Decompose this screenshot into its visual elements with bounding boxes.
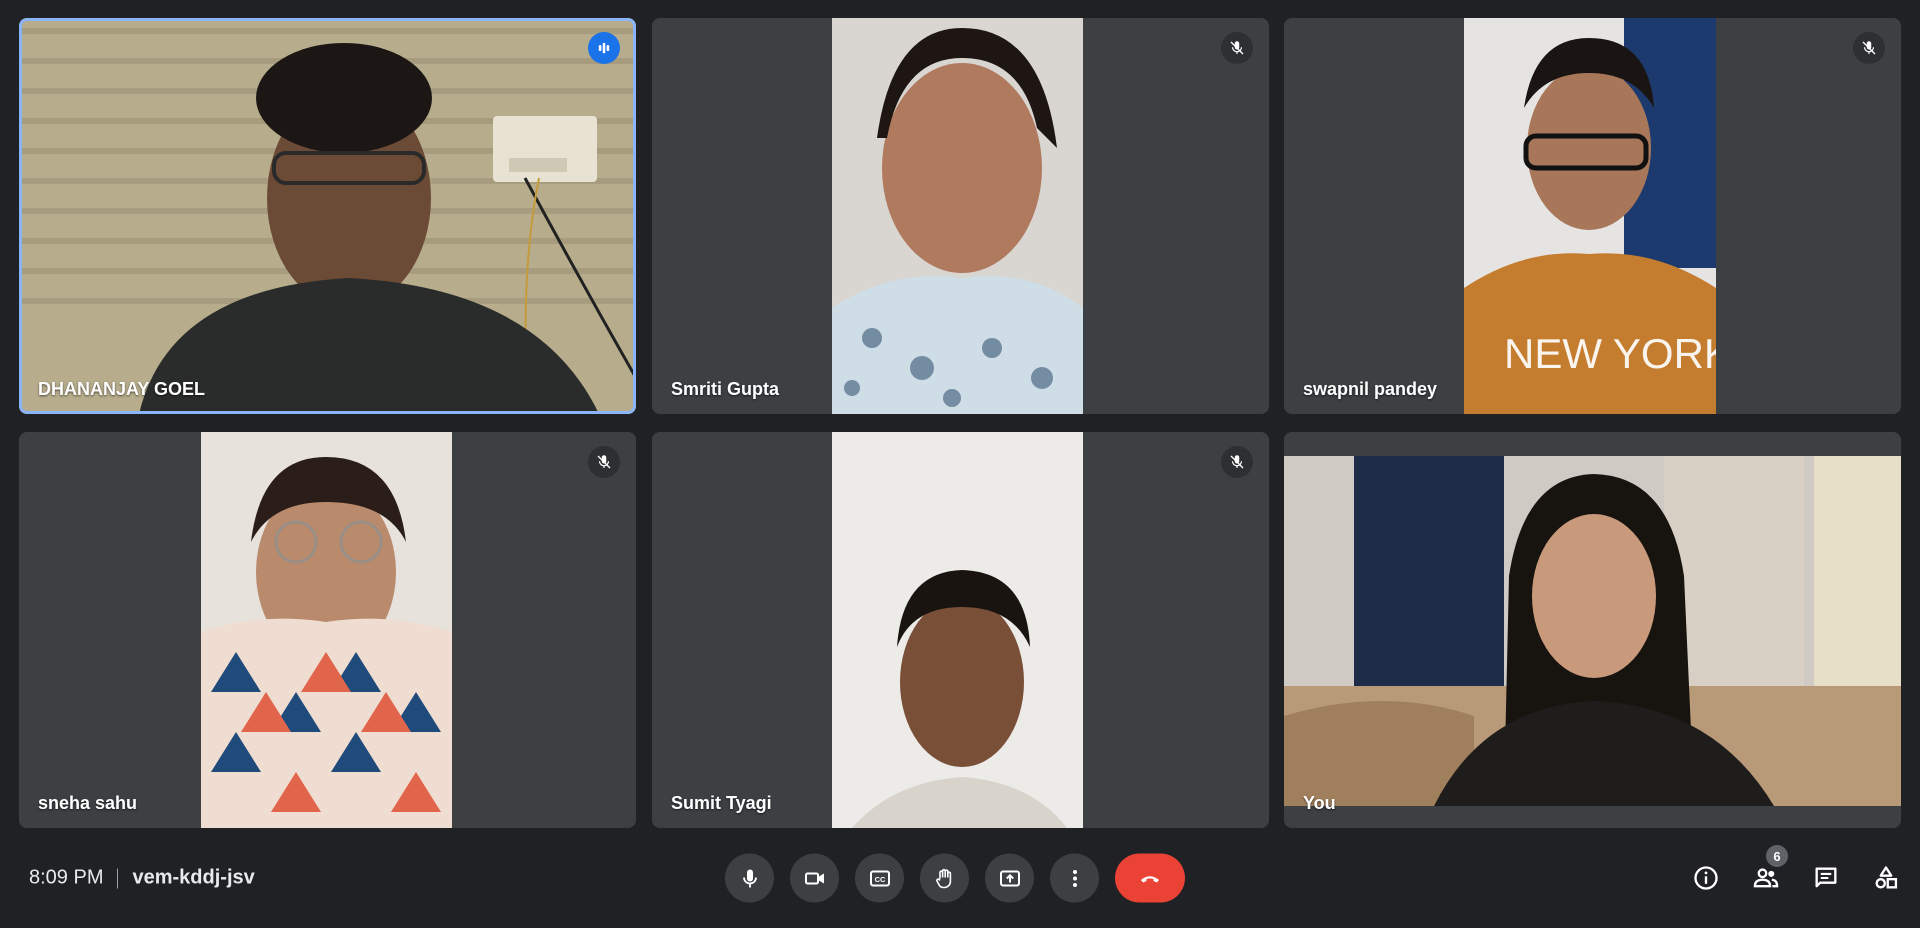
activities-button[interactable] [1870, 862, 1902, 894]
divider [117, 868, 119, 888]
camera-button[interactable] [790, 853, 839, 903]
mic-off-icon [588, 446, 620, 478]
participant-tile-dhananjay-goel[interactable]: DHANANJAY GOEL [19, 18, 636, 414]
meeting-info: 8:09 PM vem-kddj-jsv [29, 867, 255, 890]
meeting-details-button[interactable] [1690, 862, 1722, 894]
participant-name: swapnil pandey [1303, 379, 1438, 399]
meeting-time: 8:09 PM [29, 866, 104, 889]
participant-video [832, 432, 1083, 828]
more-vert-icon [1072, 869, 1077, 887]
participant-name: sneha sahu [38, 793, 138, 813]
closed-captions-icon: CC [869, 870, 890, 886]
captions-button[interactable]: CC [855, 853, 904, 903]
chat-button[interactable] [1810, 862, 1842, 894]
meeting-stage: DHANANJAY GOEL Smriti Gupta NEW YORK swa… [0, 0, 1920, 928]
participant-video [19, 18, 636, 414]
call-end-icon [1141, 875, 1159, 882]
leave-call-button[interactable] [1115, 853, 1185, 903]
hand-icon [935, 868, 951, 888]
activities-icon [1875, 866, 1898, 889]
participant-video: NEW YORK [1464, 18, 1716, 414]
info-icon [1694, 866, 1718, 890]
participant-name: Sumit Tyagi [671, 793, 772, 813]
mic-off-icon [1853, 32, 1885, 64]
more-options-button[interactable] [1050, 853, 1099, 903]
mic-icon [742, 869, 757, 887]
participant-tile-smriti-gupta[interactable]: Smriti Gupta [652, 18, 1269, 414]
participant-name: DHANANJAY GOEL [38, 379, 206, 399]
participant-tile-swapnil-pandey[interactable]: NEW YORK swapnil pandey [1284, 18, 1901, 414]
meeting-code[interactable]: vem-kddj-jsv [132, 867, 254, 890]
call-controls: CC [725, 853, 1185, 903]
videocam-icon [804, 872, 824, 884]
present-screen-icon [999, 870, 1020, 886]
participant-video [832, 18, 1083, 414]
chat-icon [1815, 867, 1837, 888]
microphone-button[interactable] [725, 853, 774, 903]
svg-text:NEW YORK: NEW YORK [1504, 330, 1716, 377]
self-video [1284, 456, 1901, 806]
svg-text:CC: CC [874, 875, 885, 884]
people-button[interactable]: 6 [1750, 845, 1788, 894]
side-panel-tools: 6 [1690, 845, 1902, 894]
participant-video [201, 432, 452, 828]
participant-name: You [1303, 793, 1336, 813]
speaking-indicator-icon [588, 32, 620, 64]
present-button[interactable] [985, 853, 1034, 903]
raise-hand-button[interactable] [920, 853, 969, 903]
participant-count-badge: 6 [1766, 845, 1788, 867]
bottom-toolbar: 8:09 PM vem-kddj-jsv CC 6 [0, 828, 1920, 928]
people-icon [1753, 868, 1779, 888]
participant-tile-sneha-sahu[interactable]: sneha sahu [19, 432, 636, 828]
participant-tile-sumit-tyagi[interactable]: Sumit Tyagi [652, 432, 1269, 828]
participant-tile-self[interactable]: You [1284, 432, 1901, 828]
mic-off-icon [1221, 446, 1253, 478]
participant-name: Smriti Gupta [671, 379, 780, 399]
mic-off-icon [1221, 32, 1253, 64]
